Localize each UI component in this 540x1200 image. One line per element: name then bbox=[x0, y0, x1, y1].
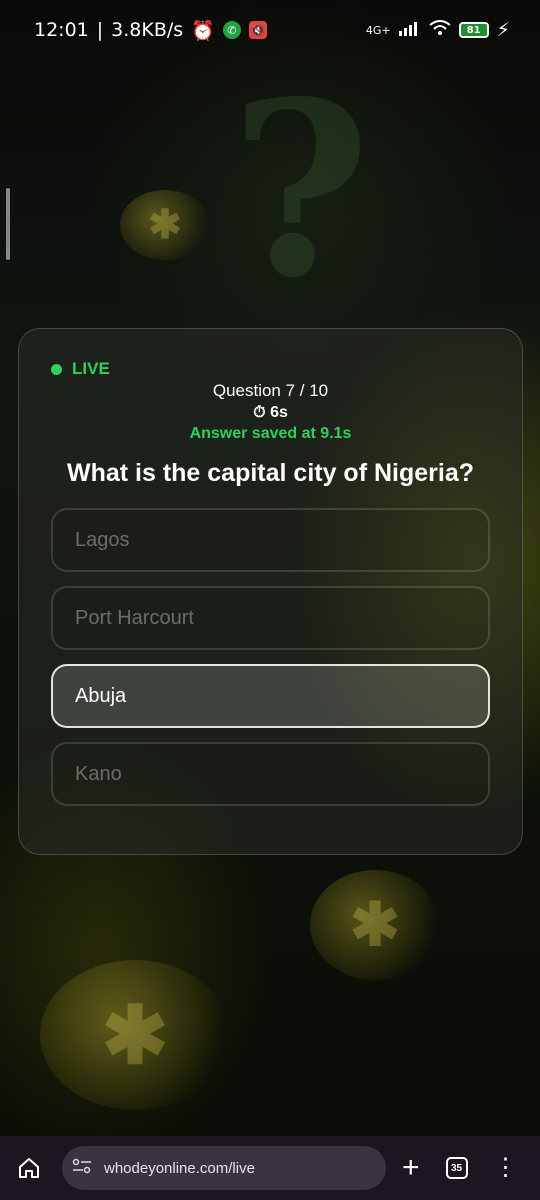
alarm-icon: ⏰ bbox=[191, 19, 215, 42]
answer-option-label: Abuja bbox=[75, 684, 127, 707]
coin-decoration: ✱ bbox=[40, 960, 230, 1110]
coin-decoration: ✱ bbox=[310, 870, 440, 980]
live-indicator: LIVE bbox=[51, 359, 490, 379]
clock: 12:01 bbox=[34, 19, 89, 41]
stopwatch-icon: ⏱ bbox=[253, 404, 266, 421]
answer-options: Lagos Port Harcourt Abuja Kano bbox=[51, 508, 490, 806]
answer-saved-message: Answer saved at 9.1s bbox=[189, 425, 352, 442]
answer-option-lagos[interactable]: Lagos bbox=[51, 508, 490, 572]
new-tab-button[interactable]: + bbox=[402, 1153, 420, 1183]
tab-count: 35 bbox=[450, 1162, 463, 1174]
answer-option-port-harcourt[interactable]: Port Harcourt bbox=[51, 586, 490, 650]
browser-toolbar: whodeyonline.com/live + 35 ⋮ bbox=[0, 1136, 540, 1200]
site-settings-icon[interactable] bbox=[72, 1158, 92, 1178]
separator: | bbox=[96, 19, 104, 41]
network-type: 4G+ bbox=[365, 23, 391, 37]
countdown-timer: ⏱ 6s bbox=[51, 404, 490, 422]
charging-icon: ⚡ bbox=[496, 19, 510, 41]
question-progress: Question 7 / 10 bbox=[212, 381, 329, 400]
question-mark-decoration: ? bbox=[230, 49, 371, 331]
quiz-card: LIVE Question 7 / 10 ⏱ 6s Answer saved a… bbox=[18, 328, 523, 855]
battery-level: 81 bbox=[466, 24, 481, 36]
tab-switcher-button[interactable]: 35 bbox=[445, 1157, 468, 1179]
live-label: LIVE bbox=[72, 359, 110, 378]
answer-option-label: Port Harcourt bbox=[75, 606, 194, 629]
battery-icon: 81 bbox=[458, 22, 489, 38]
answer-option-label: Lagos bbox=[75, 528, 130, 551]
address-bar[interactable]: whodeyonline.com/live bbox=[62, 1146, 386, 1190]
whatsapp-icon: ✆ bbox=[222, 21, 241, 39]
mute-icon: 🔇 bbox=[248, 21, 267, 39]
coin-decoration: ✱ bbox=[120, 190, 210, 260]
home-icon bbox=[19, 1158, 39, 1178]
answer-option-label: Kano bbox=[75, 762, 122, 785]
live-dot-icon bbox=[51, 363, 62, 375]
plus-icon: + bbox=[402, 1151, 420, 1184]
network-speed: 3.8KB/s bbox=[111, 19, 184, 41]
wifi-icon bbox=[429, 19, 451, 41]
home-button[interactable] bbox=[14, 1153, 44, 1183]
scroll-indicator[interactable] bbox=[6, 188, 10, 260]
url-text: whodeyonline.com/live bbox=[104, 1159, 255, 1177]
more-vertical-icon: ⋮ bbox=[493, 1154, 518, 1181]
answer-option-kano[interactable]: Kano bbox=[51, 742, 490, 806]
overflow-menu-button[interactable]: ⋮ bbox=[494, 1156, 518, 1180]
timer-value: 6s bbox=[270, 404, 288, 421]
answer-option-abuja[interactable]: Abuja bbox=[51, 664, 490, 728]
status-bar: 12:01 | 3.8KB/s ⏰ ✆ 🔇 4G+ 81 ⚡ bbox=[0, 0, 540, 60]
question-text: What is the capital city of Nigeria? bbox=[66, 459, 475, 487]
signal-icon bbox=[398, 19, 421, 41]
